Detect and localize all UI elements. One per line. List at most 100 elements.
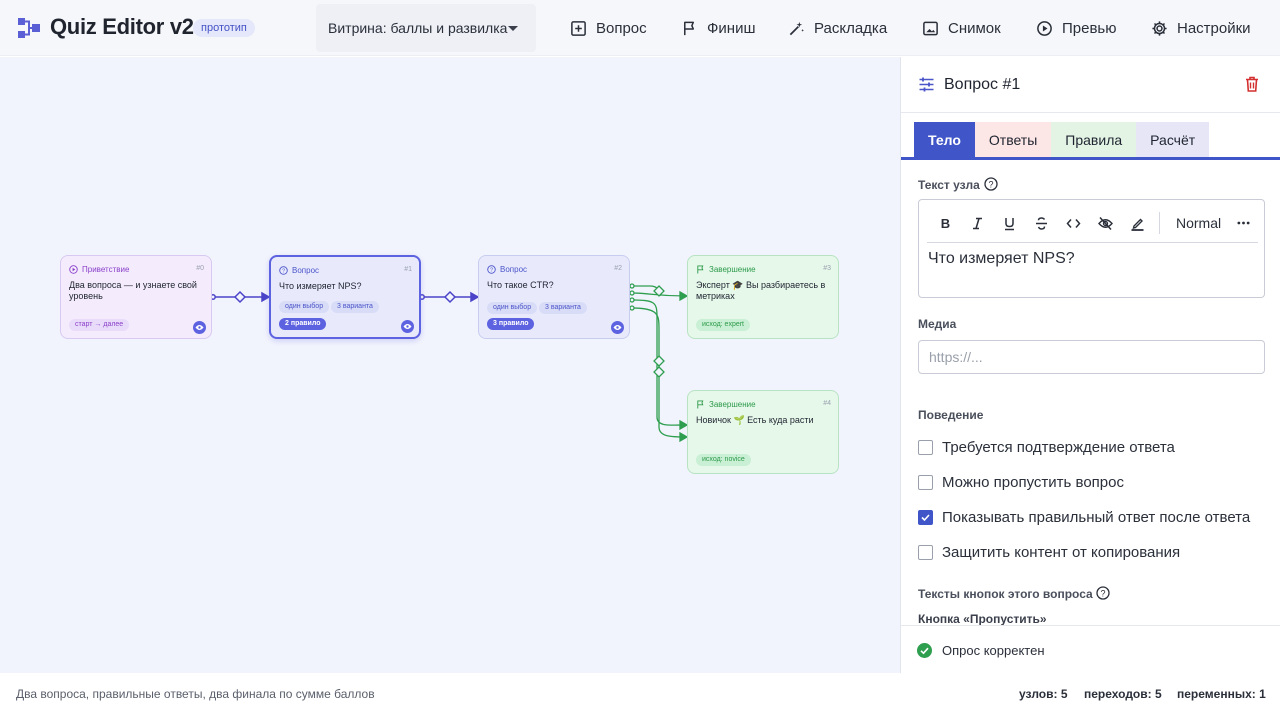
editor-divider xyxy=(927,242,1258,243)
preset-select[interactable]: Витрина: баллы и развилка xyxy=(316,4,536,52)
node-title: Что измеряет NPS? xyxy=(279,281,362,291)
node-text-label: Текст узла xyxy=(918,178,980,192)
bold-button[interactable]: B xyxy=(929,212,961,234)
node-chip: старт → далее xyxy=(69,319,130,331)
eye-icon xyxy=(195,325,204,330)
transition-count: переходов: 5 xyxy=(1084,687,1162,701)
magic-wand-icon xyxy=(789,21,805,35)
image-icon xyxy=(923,21,938,35)
preview-node-button[interactable] xyxy=(611,321,624,334)
underline-button[interactable] xyxy=(993,212,1025,234)
add-question-button[interactable]: Вопрос xyxy=(570,0,647,56)
option-protect-content[interactable]: Защитить контент от копирования xyxy=(918,542,1180,562)
settings-button[interactable]: Настройки xyxy=(1151,0,1251,56)
check-icon xyxy=(921,513,930,521)
validation-status: Опрос корректен xyxy=(901,625,1280,673)
tab-calculation[interactable]: Расчёт xyxy=(1136,122,1210,158)
svg-text:?: ? xyxy=(988,179,993,189)
svg-text:B: B xyxy=(940,216,949,231)
spoiler-button[interactable] xyxy=(1089,212,1121,234)
preview-label: Превью xyxy=(1062,19,1117,37)
delete-node-icon[interactable] xyxy=(1243,75,1261,93)
help-circle-icon: ? xyxy=(487,265,496,274)
flow-edges xyxy=(210,283,689,443)
italic-icon xyxy=(972,217,982,229)
svg-text:?: ? xyxy=(1100,588,1105,598)
node-kind: Завершение xyxy=(696,265,756,274)
checkbox-checked[interactable] xyxy=(918,509,933,525)
inspector-title: Вопрос #1 xyxy=(944,76,1021,93)
media-url-input[interactable] xyxy=(918,340,1265,374)
strikethrough-button[interactable] xyxy=(1025,212,1057,234)
node-kind-label: Приветствие xyxy=(82,265,130,274)
flow-canvas[interactable]: Приветствие #0 Два вопроса — и узнаете с… xyxy=(0,57,900,673)
node-chip: 3 варианта xyxy=(331,301,379,313)
eye-icon xyxy=(613,325,622,330)
add-finish-button[interactable]: Финиш xyxy=(681,0,755,56)
option-label: Защитить контент от копирования xyxy=(942,543,1181,561)
editor-content[interactable]: Что измеряет NPS? xyxy=(928,250,1075,268)
checkbox[interactable] xyxy=(918,474,933,490)
code-button[interactable] xyxy=(1057,212,1089,234)
preset-select-value: Витрина: баллы и развилка xyxy=(328,20,508,36)
chevron-down-icon xyxy=(508,26,518,31)
option-label: Показывать правильный ответ после ответа xyxy=(942,508,1251,526)
project-description: Два вопроса, правильные ответы, два фина… xyxy=(16,687,375,701)
more-options-button[interactable] xyxy=(1232,212,1254,234)
rich-text-editor[interactable]: B Normal Что измеряет NPS? xyxy=(918,199,1265,298)
node-kind-label: Вопрос xyxy=(292,266,320,275)
preview-node-button[interactable] xyxy=(193,321,206,334)
validation-text: Опрос корректен xyxy=(942,643,1045,658)
app-logo-icon xyxy=(18,18,40,38)
preview-button[interactable]: Превью xyxy=(1036,0,1117,56)
option-require-confirmation[interactable]: Требуется подтверждение ответа xyxy=(918,437,1175,457)
tab-body[interactable]: Тело xyxy=(914,122,975,158)
node-kind-label: Завершение xyxy=(709,265,756,274)
preview-node-button[interactable] xyxy=(401,320,414,333)
italic-button[interactable] xyxy=(961,212,993,234)
edge-q1-to-q2 xyxy=(419,290,480,304)
node-kind-label: Вопрос xyxy=(500,265,528,274)
highlight-button[interactable] xyxy=(1121,212,1153,234)
tab-answers[interactable]: Ответы xyxy=(974,122,1052,158)
checkbox[interactable] xyxy=(918,439,933,455)
option-show-correct-answer[interactable]: Показывать правильный ответ после ответа xyxy=(918,507,1250,527)
node-index: #4 xyxy=(823,400,831,407)
node-title: Эксперт 🎓 Вы разбираетесь в метриках xyxy=(696,280,826,301)
node-outcome-chip: исход: novice xyxy=(696,454,751,466)
variable-count: переменных: 1 xyxy=(1177,687,1266,701)
tabs-underline xyxy=(901,157,1280,160)
bold-icon: B xyxy=(940,216,949,231)
node-kind: Завершение xyxy=(696,400,756,409)
more-horizontal-icon xyxy=(1236,221,1250,225)
inspector-tabs: Тело Ответы Правила Расчёт xyxy=(914,122,1210,158)
flow-node-finish-novice[interactable]: Завершение #4 Новичок 🌱 Есть куда расти … xyxy=(687,390,839,474)
help-circle-icon[interactable]: ? xyxy=(1096,586,1110,600)
node-outcome-chip: исход: expert xyxy=(696,319,750,331)
top-bar: Quiz Editor v2 прототип Витрина: баллы и… xyxy=(0,0,1280,56)
play-circle-icon xyxy=(69,265,78,274)
layout-button[interactable]: Раскладка xyxy=(788,0,887,56)
flow-node-question-2[interactable]: ? Вопрос #2 Что такое CTR? один выбор 3 … xyxy=(478,255,630,339)
svg-text:?: ? xyxy=(282,269,285,275)
status-bar: Два вопроса, правильные ответы, два фина… xyxy=(0,673,1280,713)
help-circle-icon[interactable]: ? xyxy=(984,177,998,191)
strikethrough-icon xyxy=(1035,216,1047,230)
gear-icon xyxy=(1152,20,1167,36)
tab-rules[interactable]: Правила xyxy=(1051,122,1137,158)
flow-node-welcome[interactable]: Приветствие #0 Два вопроса — и узнаете с… xyxy=(60,255,212,339)
snapshot-label: Снимок xyxy=(948,19,1001,37)
inspector-header: Вопрос #1 xyxy=(901,57,1280,113)
text-style-select[interactable]: Normal xyxy=(1166,212,1226,234)
snapshot-button[interactable]: Снимок xyxy=(922,0,1001,56)
flow-node-question-1[interactable]: ? Вопрос #1 Что измеряет NPS? один выбор… xyxy=(269,255,421,339)
node-index: #3 xyxy=(823,265,831,272)
option-label: Можно пропустить вопрос xyxy=(942,473,1124,491)
node-chip: 3 варианта xyxy=(539,302,587,314)
node-count: узлов: 5 xyxy=(1019,687,1068,701)
sliders-icon xyxy=(919,77,934,92)
checkbox[interactable] xyxy=(918,544,933,560)
option-allow-skip[interactable]: Можно пропустить вопрос xyxy=(918,472,1124,492)
flow-node-finish-expert[interactable]: Завершение #3 Эксперт 🎓 Вы разбираетесь … xyxy=(687,255,839,339)
node-chip: один выбор xyxy=(279,301,330,313)
